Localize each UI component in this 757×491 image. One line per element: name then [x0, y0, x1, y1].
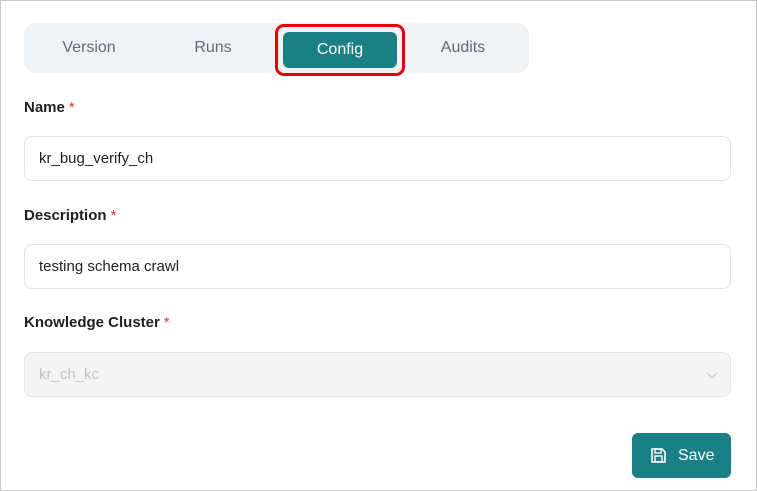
name-label-text: Name	[24, 99, 65, 116]
chevron-down-icon	[706, 372, 718, 379]
knowledge-cluster-value: kr_ch_kc	[39, 366, 100, 383]
required-mark: *	[163, 314, 170, 331]
save-button[interactable]: Save	[632, 433, 731, 478]
tab-config[interactable]: Config	[283, 32, 397, 68]
config-panel: Version Runs Audits Config Name* Descrip…	[0, 0, 757, 491]
description-field-wrapper	[24, 244, 731, 289]
description-label-text: Description	[24, 207, 107, 224]
knowledge-cluster-label: Knowledge Cluster *	[24, 314, 170, 331]
tab-audits[interactable]: Audits	[401, 28, 525, 68]
save-icon	[651, 448, 666, 463]
required-mark: *	[68, 99, 75, 116]
name-field[interactable]	[25, 137, 709, 180]
knowledge-cluster-select[interactable]: kr_ch_kc	[24, 352, 731, 397]
description-field[interactable]	[25, 245, 709, 288]
save-button-label: Save	[678, 447, 715, 464]
tab-runs[interactable]: Runs	[151, 28, 275, 68]
name-field-wrapper	[24, 136, 731, 181]
name-label: Name *	[24, 99, 75, 116]
knowledge-cluster-label-text: Knowledge Cluster	[24, 314, 160, 331]
tab-version[interactable]: Version	[27, 28, 151, 68]
active-tab-highlight: Config	[275, 24, 405, 76]
description-label: Description *	[24, 207, 116, 224]
required-mark: *	[110, 207, 117, 224]
